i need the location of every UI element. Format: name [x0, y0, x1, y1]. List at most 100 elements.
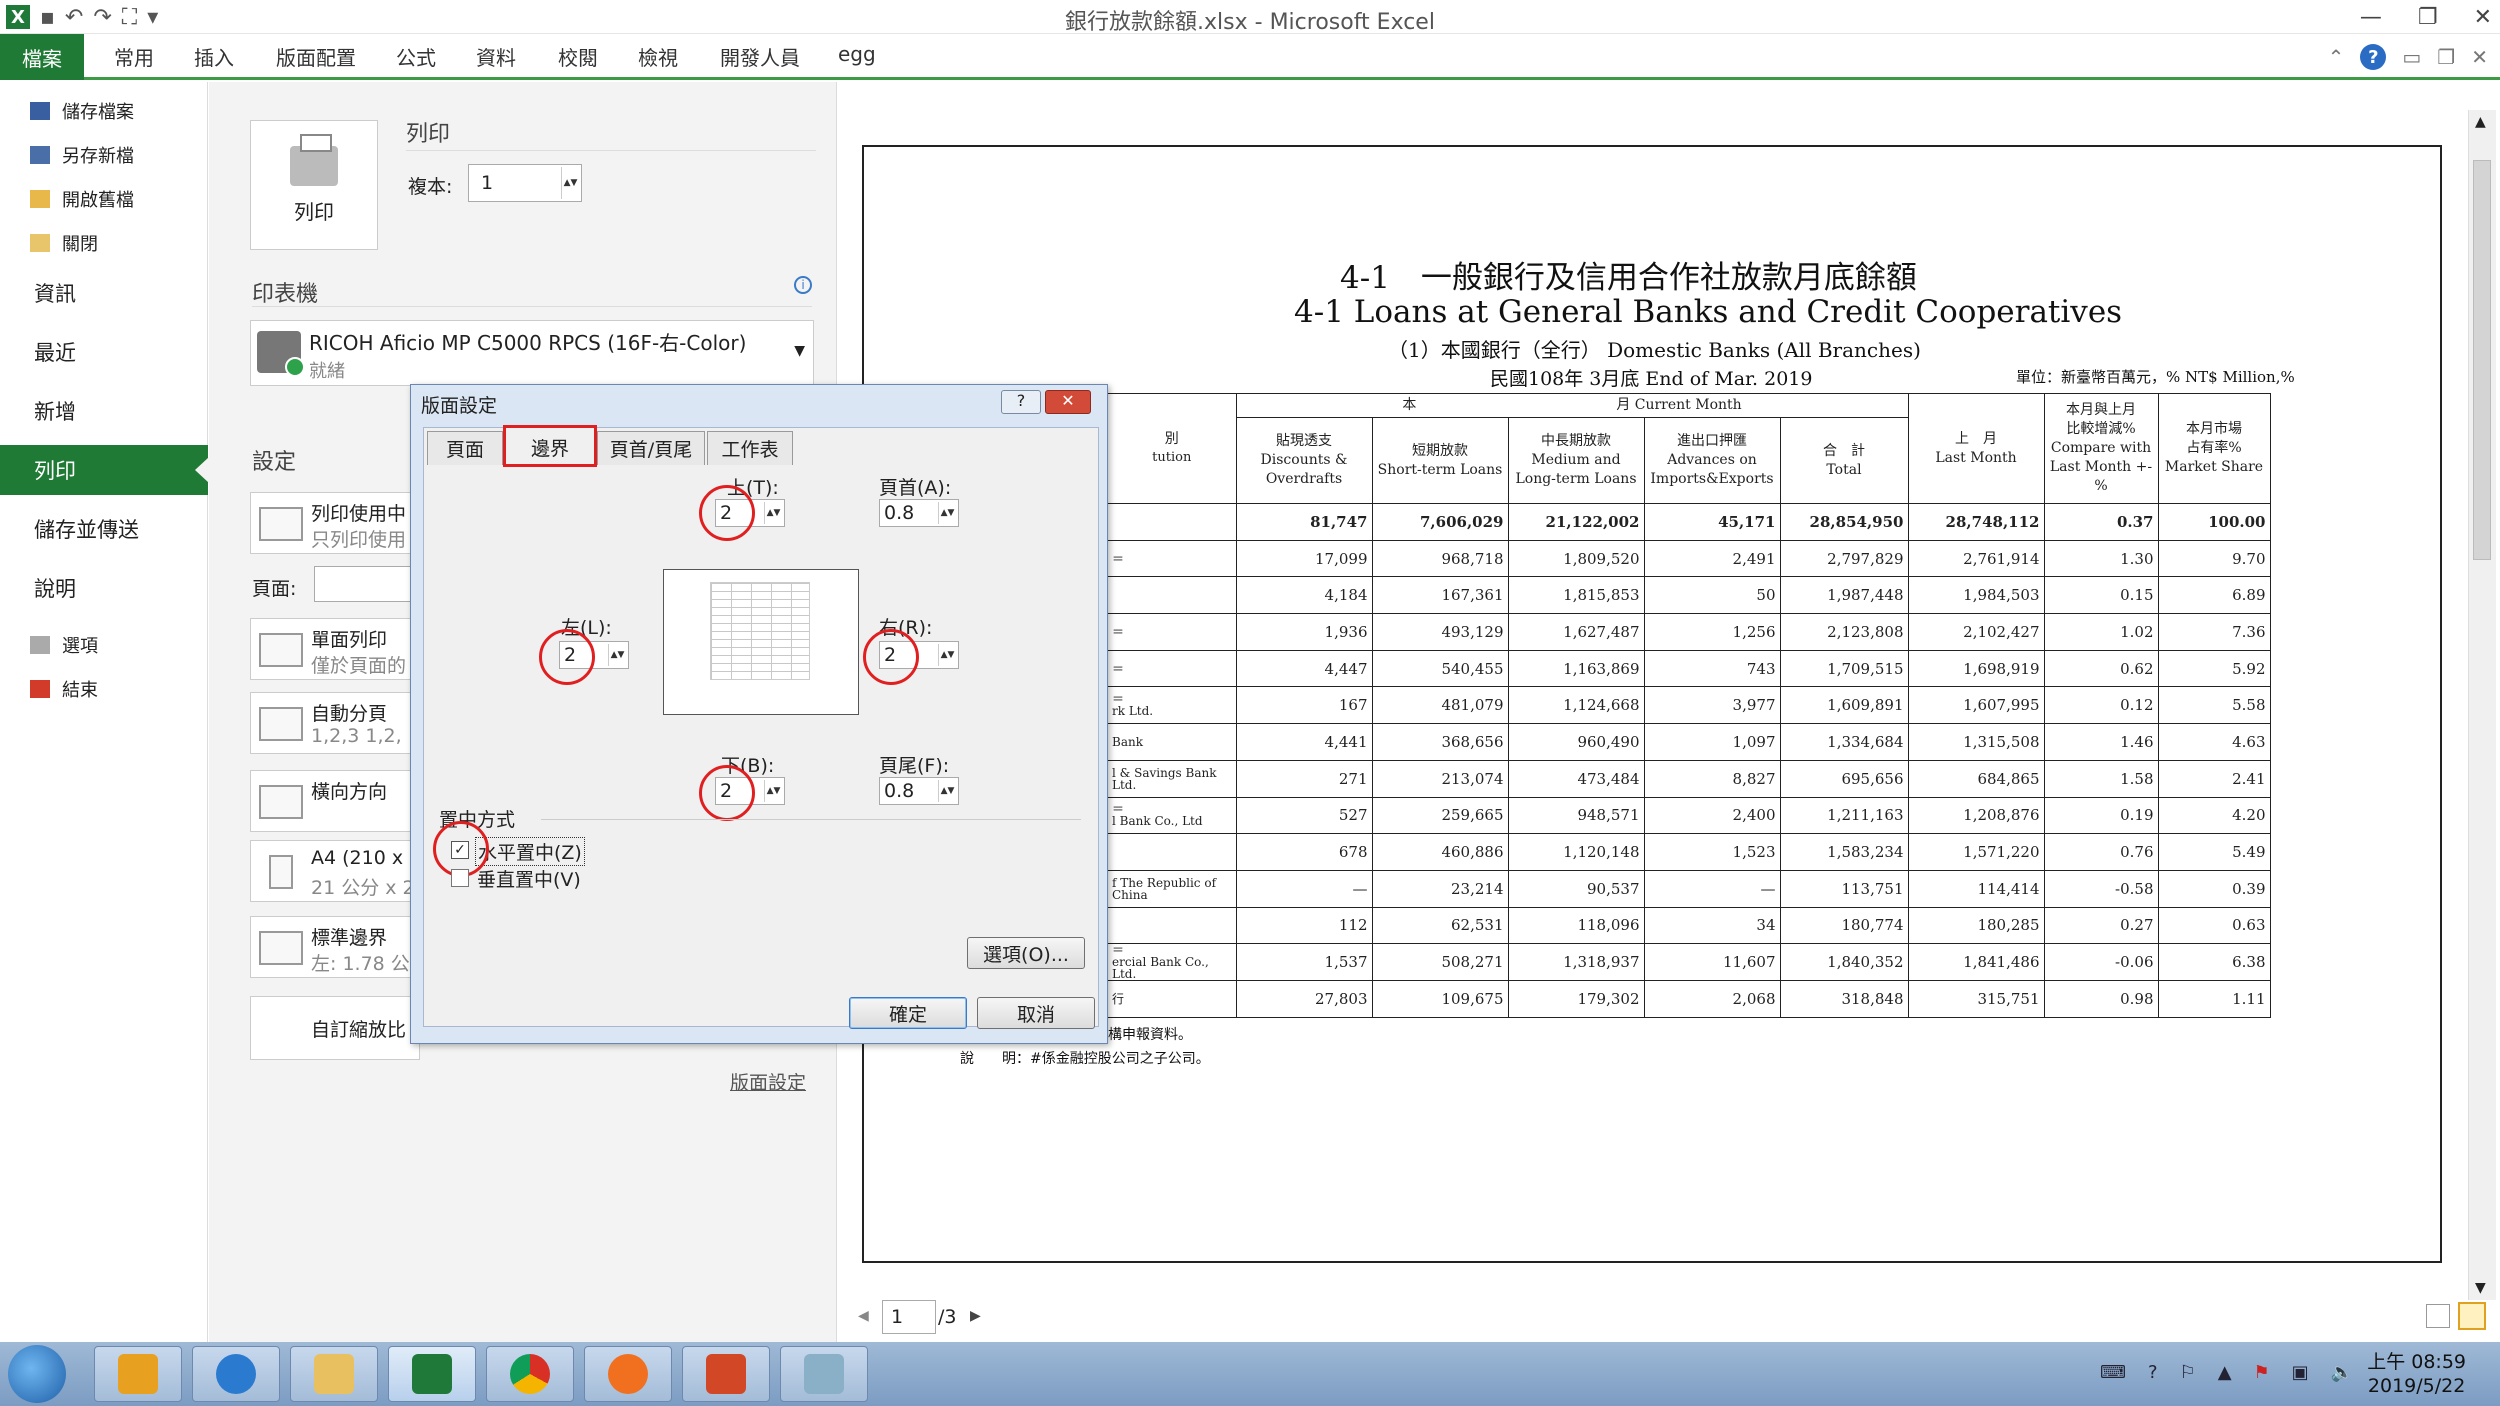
- zoom-to-page-icon[interactable]: [2458, 1302, 2486, 1330]
- print-button[interactable]: 列印: [250, 120, 378, 250]
- minimize-icon[interactable]: —: [2360, 5, 2382, 30]
- info-icon[interactable]: i: [794, 276, 812, 294]
- taskbar-chrome[interactable]: [486, 1346, 574, 1402]
- taskbar-app-note[interactable]: [780, 1346, 868, 1402]
- start-button-icon[interactable]: [8, 1345, 66, 1403]
- tab-page-layout[interactable]: 版面配置: [276, 42, 356, 71]
- restore-icon[interactable]: ❐: [2418, 5, 2438, 30]
- show-margins-icon[interactable]: [2426, 1304, 2450, 1328]
- table-cell: 0.27: [2043, 906, 2159, 945]
- tab-page[interactable]: 頁面: [427, 431, 503, 465]
- spinner-arrows-icon[interactable]: ▲▼: [764, 780, 782, 802]
- taskbar-excel[interactable]: [388, 1346, 476, 1402]
- tab-sheet[interactable]: 工作表: [707, 431, 793, 465]
- flag-icon[interactable]: ⚐: [2180, 1362, 2196, 1383]
- next-page-icon[interactable]: ▶: [970, 1308, 981, 1324]
- orientation-option[interactable]: 橫向方向: [250, 770, 420, 832]
- spinner-arrows-icon[interactable]: ▲▼: [938, 502, 956, 524]
- table-cell: 473,484: [1507, 759, 1645, 798]
- table-cell: 1,583,234: [1779, 833, 1909, 871]
- spinner-arrows-icon[interactable]: ▲▼: [938, 644, 956, 666]
- action-center-icon[interactable]: ⚑: [2254, 1362, 2270, 1383]
- cancel-button[interactable]: 取消: [977, 997, 1095, 1029]
- tab-developer[interactable]: 開發人員: [720, 42, 800, 71]
- table-cell: 0.63: [2157, 906, 2271, 945]
- copies-spinner[interactable]: 1 ▲▼: [468, 164, 582, 202]
- nav-recent[interactable]: 最近: [34, 337, 76, 367]
- nav-exit[interactable]: 結束: [30, 676, 98, 702]
- nav-save-send[interactable]: 儲存並傳送: [34, 514, 139, 544]
- table-cell: 4,447: [1235, 649, 1373, 688]
- flame-icon: [608, 1354, 648, 1394]
- print-what-option[interactable]: 列印使用中 只列印使用: [250, 492, 420, 554]
- scroll-up-icon[interactable]: ▲: [2475, 114, 2486, 130]
- scroll-down-icon[interactable]: ▼: [2475, 1280, 2486, 1296]
- taskbar-outlook[interactable]: [94, 1346, 182, 1402]
- footer-margin-input[interactable]: 0.8 ▲▼: [879, 777, 959, 805]
- tab-review[interactable]: 校閱: [558, 42, 598, 71]
- scroll-thumb[interactable]: [2473, 160, 2491, 560]
- tab-file[interactable]: 檔案: [0, 34, 84, 80]
- nav-print[interactable]: 列印: [0, 445, 209, 495]
- collapse-ribbon-icon[interactable]: ⌃: [2328, 45, 2345, 69]
- nav-close[interactable]: 關閉: [30, 230, 98, 256]
- help-tray-icon[interactable]: ?: [2148, 1362, 2158, 1383]
- nav-open[interactable]: 開啟舊檔: [30, 186, 134, 212]
- page-number-input[interactable]: 1: [882, 1300, 936, 1334]
- dialog-close-icon[interactable]: ✕: [1045, 390, 1091, 414]
- nav-options[interactable]: 選項: [30, 632, 98, 658]
- nav-new[interactable]: 新增: [34, 396, 76, 426]
- nav-save[interactable]: 儲存檔案: [30, 98, 134, 124]
- nav-info[interactable]: 資訊: [34, 278, 76, 308]
- tab-egg[interactable]: egg: [838, 42, 876, 66]
- printer-dropdown[interactable]: RICOH Aficio MP C5000 RPCS (16F-右-Color)…: [250, 320, 814, 386]
- help-icon[interactable]: ?: [2360, 44, 2387, 70]
- taskbar-ie[interactable]: [192, 1346, 280, 1402]
- restore-doc-icon[interactable]: ❐: [2437, 45, 2455, 69]
- page-setup-link[interactable]: 版面設定: [730, 1068, 806, 1095]
- clock[interactable]: 上午 08:59 2019/5/22: [2367, 1350, 2466, 1398]
- one-sided-icon: [259, 633, 303, 667]
- spinner-arrows-icon[interactable]: ▲▼: [938, 780, 956, 802]
- paper-size-option[interactable]: A4 (210 x 2 21 公分 x 2: [250, 840, 420, 902]
- table-cell: 27,803: [1235, 980, 1373, 1018]
- keyboard-icon[interactable]: ⌨: [2100, 1362, 2126, 1383]
- collate-option[interactable]: 自動分頁 1,2,3 1,2,: [250, 692, 420, 754]
- table-cell: 0.37: [2043, 503, 2159, 541]
- show-hidden-icon[interactable]: ▲: [2218, 1362, 2232, 1383]
- nav-help[interactable]: 說明: [34, 573, 76, 603]
- tab-header-footer[interactable]: 頁首/頁尾: [597, 431, 705, 465]
- header-margin-input[interactable]: 0.8 ▲▼: [879, 499, 959, 527]
- tab-home[interactable]: 常用: [114, 42, 154, 71]
- tab-data[interactable]: 資料: [476, 42, 516, 71]
- taskbar-powerpoint[interactable]: [682, 1346, 770, 1402]
- spinner-arrows-icon[interactable]: ▲▼: [561, 167, 579, 199]
- ok-button[interactable]: 確定: [849, 997, 967, 1029]
- table-row: 行 27,803 109,675 179,302 2,068 318,848 315,751…: [1108, 980, 2271, 1018]
- margins-option[interactable]: 標準邊界 左: 1.78 公: [250, 916, 420, 978]
- spinner-arrows-icon[interactable]: ▲▼: [608, 644, 626, 666]
- spinner-arrows-icon[interactable]: ▲▼: [764, 502, 782, 524]
- options-button[interactable]: 選項(O)...: [967, 937, 1085, 969]
- prev-page-icon[interactable]: ◀: [858, 1308, 869, 1324]
- nav-save-as[interactable]: 另存新檔: [30, 142, 134, 168]
- sides-option[interactable]: 單面列印 僅於頁面的: [250, 618, 420, 680]
- scaling-option[interactable]: 自訂縮放比: [250, 996, 420, 1060]
- dialog-help-icon[interactable]: ?: [1001, 390, 1041, 414]
- network-icon[interactable]: ▣: [2292, 1362, 2309, 1383]
- close-icon[interactable]: ✕: [2474, 5, 2492, 30]
- tab-view[interactable]: 檢視: [638, 42, 678, 71]
- preview-scrollbar[interactable]: ▲ ▼: [2468, 110, 2496, 1300]
- volume-icon[interactable]: 🔈: [2331, 1362, 2353, 1383]
- tab-formulas[interactable]: 公式: [396, 42, 436, 71]
- taskbar-app-flame[interactable]: [584, 1346, 672, 1402]
- close-doc-icon[interactable]: ✕: [2471, 45, 2488, 69]
- tab-insert[interactable]: 插入: [194, 42, 234, 71]
- table-cell: 684,865: [1907, 759, 2045, 798]
- vertical-center-checkbox[interactable]: [451, 869, 469, 887]
- table-cell: 179,302: [1507, 980, 1645, 1018]
- taskbar-explorer[interactable]: [290, 1346, 378, 1402]
- table-cell: 2,068: [1643, 980, 1781, 1018]
- pages-input[interactable]: [314, 566, 420, 602]
- minimize-doc-icon[interactable]: ▭: [2402, 45, 2421, 69]
